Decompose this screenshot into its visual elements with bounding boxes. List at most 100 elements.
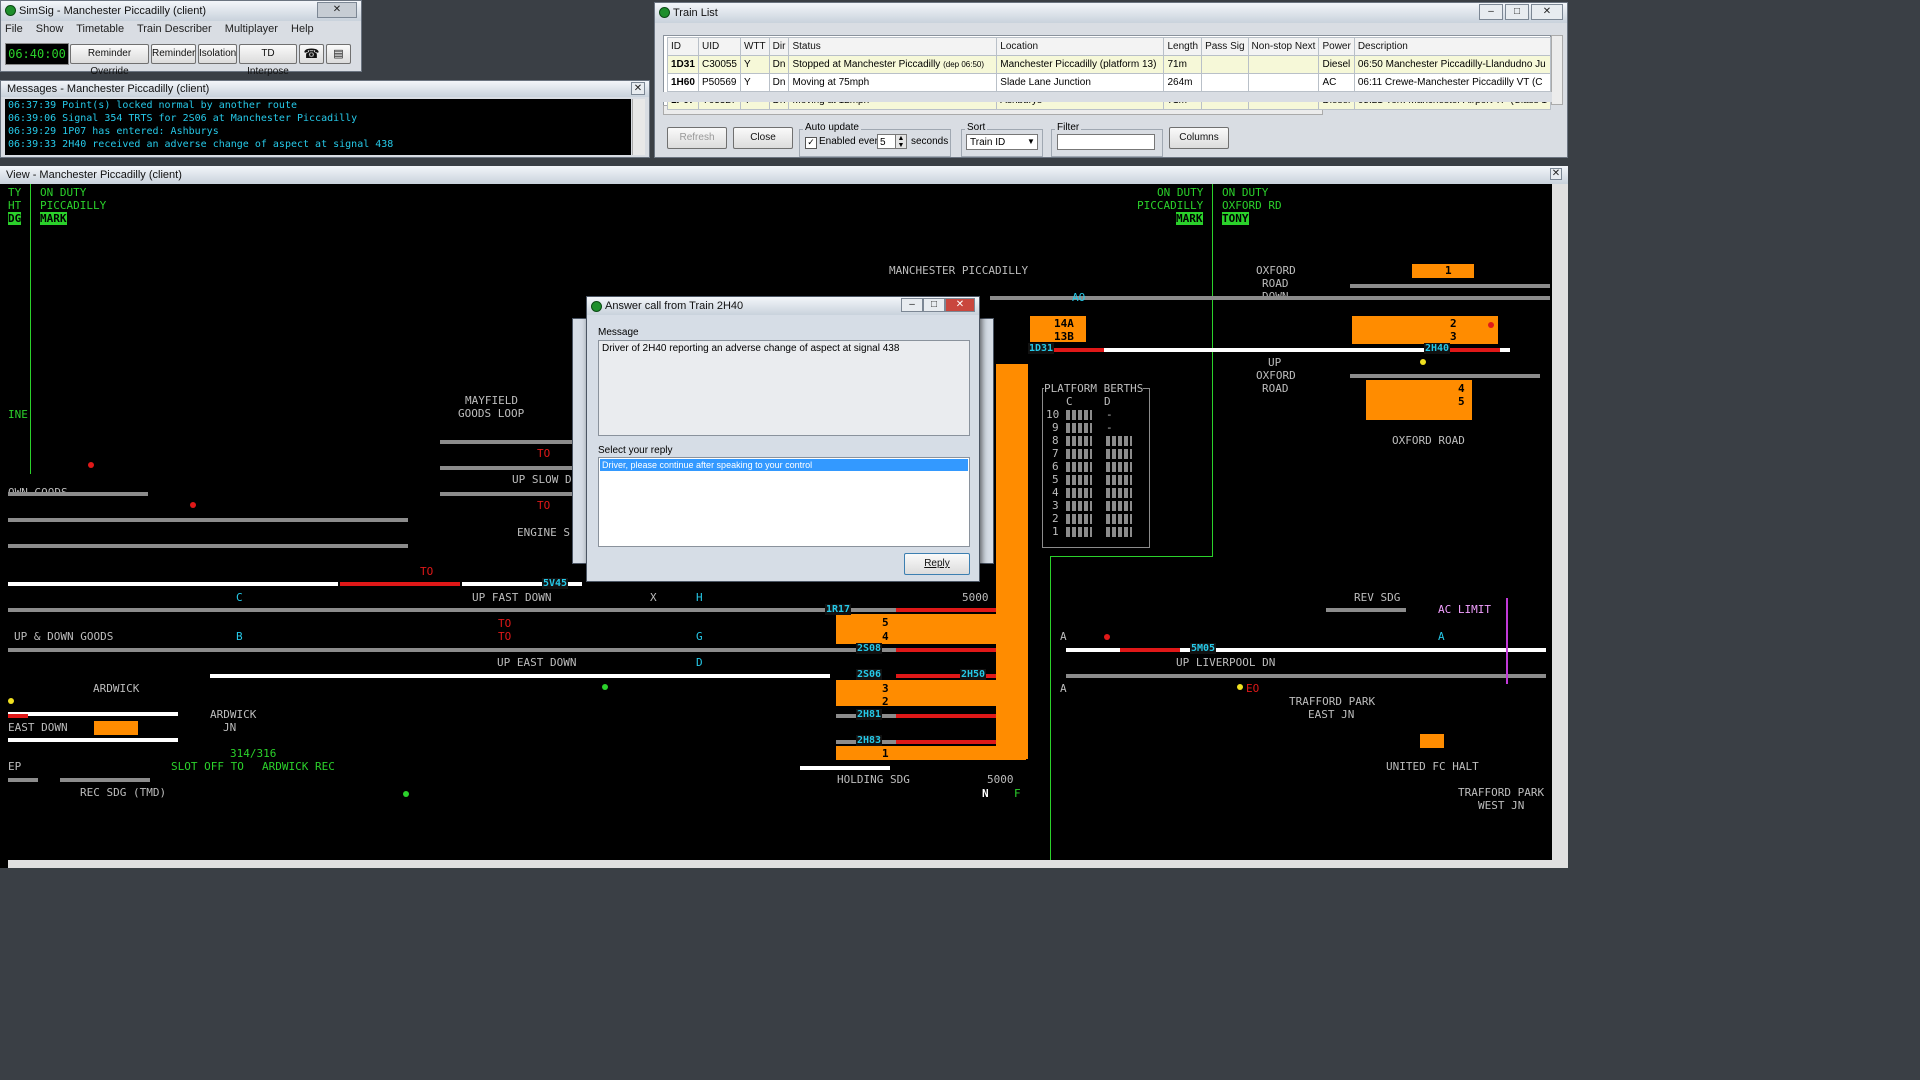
view-vscroll[interactable] — [1552, 184, 1568, 868]
signal-id[interactable]: A — [1438, 630, 1445, 643]
messages-titlebar[interactable]: Messages - Manchester Piccadilly (client… — [1, 81, 649, 97]
train-list-titlebar[interactable]: Train List – □ ✕ — [655, 3, 1567, 23]
filter-input[interactable] — [1057, 134, 1155, 150]
maximize-icon[interactable]: □ — [1505, 4, 1529, 20]
menu-file[interactable]: File — [5, 23, 23, 35]
signal-id[interactable]: D — [696, 656, 703, 669]
signal-id[interactable]: EO — [1246, 682, 1259, 695]
track-occupied — [896, 674, 1006, 678]
column-header[interactable]: UID — [697, 37, 742, 56]
signal-head-icon[interactable] — [1237, 684, 1243, 690]
table-clip-mask — [662, 92, 1552, 102]
signal-id[interactable]: AO — [1072, 291, 1085, 304]
signal-id[interactable]: B — [236, 630, 243, 643]
siding-label: REV SDG — [1354, 591, 1401, 604]
cell-description: 06:50 Manchester Piccadilly-Llandudno Ju — [1353, 55, 1552, 74]
main-titlebar[interactable]: SimSig - Manchester Piccadilly (client) … — [1, 1, 361, 21]
reply-button[interactable]: Reply — [904, 553, 970, 575]
column-header[interactable]: Location — [996, 37, 1165, 56]
td-berth[interactable]: 2H40 — [1424, 343, 1451, 354]
close-icon[interactable]: ✕ — [631, 82, 645, 95]
column-header[interactable]: Pass Sig — [1201, 37, 1249, 56]
track — [1066, 674, 1546, 678]
signal-head-icon[interactable] — [403, 791, 409, 797]
signal-head-icon[interactable] — [602, 684, 608, 690]
table-row[interactable]: 1D31 C30055 Y Dn Stopped at Manchester P… — [667, 55, 1552, 74]
reply-option[interactable]: Driver, please continue after speaking t… — [600, 459, 968, 471]
signal-head-icon[interactable] — [1104, 634, 1110, 640]
td-berth[interactable]: 2S06 — [856, 669, 883, 680]
minimize-icon[interactable]: – — [1479, 4, 1503, 20]
simsig-app-icon — [5, 5, 16, 16]
td-berth[interactable]: 2H81 — [856, 709, 883, 720]
signal-head-icon[interactable] — [1420, 359, 1426, 365]
td-berth[interactable]: 2S08 — [856, 643, 883, 654]
auto-update-checkbox[interactable]: ✓ — [805, 137, 817, 149]
line-label: UP & DOWN GOODS — [14, 630, 114, 643]
reminder-override-button[interactable]: Reminder Override — [70, 44, 149, 77]
view-hscroll[interactable] — [8, 860, 1552, 868]
column-header[interactable]: Non-stop Next — [1247, 37, 1320, 56]
table-row[interactable]: 1H60 P50569 Y Dn Moving at 75mph Slade L… — [667, 73, 1552, 92]
signal-head-icon[interactable] — [1488, 322, 1494, 328]
signal-head-icon[interactable] — [190, 502, 196, 508]
train-list-vscroll[interactable] — [1551, 35, 1563, 105]
column-header[interactable]: ID — [667, 37, 699, 56]
column-header[interactable]: Status — [788, 37, 998, 56]
clock[interactable]: 06:40:00 — [5, 43, 69, 65]
close-button[interactable]: Close — [733, 127, 793, 149]
cell-nonstop — [1247, 55, 1320, 74]
view-titlebar[interactable]: View - Manchester Piccadilly (client) ✕ — [0, 166, 1568, 184]
column-header[interactable]: Power — [1318, 37, 1355, 56]
isolation-button[interactable]: Isolation — [198, 44, 237, 64]
menu-bar: File Show Timetable Train Describer Mult… — [1, 21, 361, 37]
messages-log[interactable]: 06:37:39 Point(s) locked normal by anoth… — [5, 99, 631, 155]
track — [60, 778, 150, 782]
td-berth[interactable]: 1D31 — [1028, 343, 1055, 354]
filter-label: Filter — [1055, 122, 1082, 133]
printer-icon[interactable]: ▤ — [326, 44, 351, 64]
menu-show[interactable]: Show — [36, 23, 64, 35]
slot-label: 314/316 — [230, 747, 277, 760]
column-header[interactable]: WTT — [740, 37, 770, 56]
td-berth[interactable]: 2H83 — [856, 735, 883, 746]
signal-id[interactable]: G — [696, 630, 703, 643]
td-interpose-button[interactable]: TD Interpose — [239, 44, 297, 77]
refresh-button[interactable]: Refresh — [667, 127, 727, 149]
messages-scrollbar[interactable] — [632, 99, 645, 155]
reply-list[interactable]: Driver, please continue after speaking t… — [598, 457, 970, 547]
menu-multiplayer[interactable]: Multiplayer — [225, 23, 278, 35]
signal-id[interactable]: H — [696, 591, 703, 604]
td-berth[interactable]: 1R17 — [825, 604, 852, 615]
area-divider — [1050, 556, 1051, 860]
dialog-titlebar[interactable]: Answer call from Train 2H40 – □ ✕ — [587, 297, 979, 315]
signal-head-icon[interactable] — [88, 462, 94, 468]
menu-help[interactable]: Help — [291, 23, 314, 35]
signal-head-icon[interactable] — [8, 698, 14, 704]
columns-button[interactable]: Columns — [1169, 127, 1229, 149]
chevron-down-icon[interactable]: ▼ — [1025, 135, 1037, 149]
berth-num: 8 — [1052, 434, 1059, 447]
td-berth[interactable]: 5V45 — [542, 578, 569, 589]
interval-spinner[interactable]: ▲ ▼ — [895, 134, 907, 149]
cell-nonstop — [1247, 73, 1320, 92]
telephone-icon[interactable]: ☎ — [299, 44, 324, 64]
close-icon[interactable]: ✕ — [945, 298, 975, 312]
td-berth[interactable]: 2H50 — [960, 669, 987, 680]
close-icon[interactable]: ✕ — [1550, 168, 1562, 180]
signal-id[interactable]: C — [236, 591, 243, 604]
menu-timetable[interactable]: Timetable — [76, 23, 124, 35]
location-label: ARDWICK — [93, 682, 140, 695]
column-header[interactable]: Description — [1353, 37, 1552, 56]
column-header[interactable]: Length — [1163, 37, 1203, 56]
minimize-icon[interactable]: – — [901, 298, 923, 312]
close-icon[interactable]: ✕ — [317, 2, 357, 18]
menu-train-describer[interactable]: Train Describer — [137, 23, 212, 35]
location-label: OXFORD — [1256, 264, 1296, 277]
td-berth[interactable]: 5M05 — [1190, 643, 1217, 654]
column-header[interactable]: Dir — [768, 37, 790, 56]
maximize-icon[interactable]: □ — [923, 298, 945, 312]
close-icon[interactable]: ✕ — [1531, 4, 1563, 20]
reminder-button[interactable]: Reminder — [151, 44, 196, 64]
signaller-name: MARK — [40, 212, 67, 225]
